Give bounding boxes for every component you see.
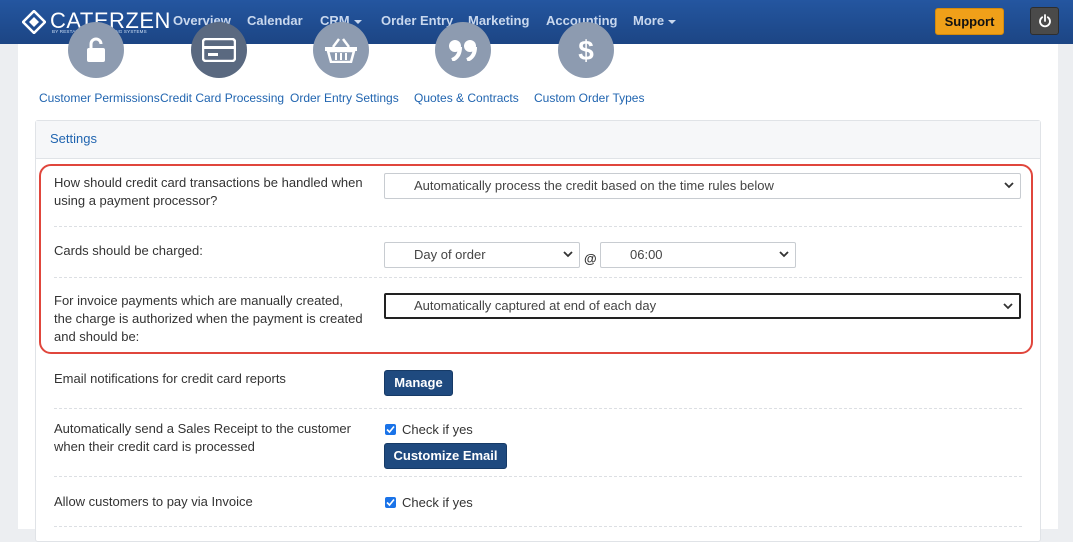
row-divider bbox=[54, 277, 1022, 278]
processing-mode-select[interactable]: Automatically process the credit based o… bbox=[384, 173, 1021, 199]
logout-button[interactable] bbox=[1030, 7, 1059, 35]
tile-label: Credit Card Processing bbox=[160, 91, 285, 105]
customize-email-button[interactable]: Customize Email bbox=[384, 443, 507, 469]
checkmark-icon bbox=[386, 425, 395, 434]
credit-card-icon bbox=[202, 38, 236, 62]
row-divider bbox=[54, 476, 1022, 477]
tile-label: Custom Order Types bbox=[534, 91, 645, 105]
support-button[interactable]: Support bbox=[935, 8, 1004, 35]
tile-circle bbox=[191, 22, 247, 78]
chevron-down-icon bbox=[1003, 303, 1013, 310]
tile-circle bbox=[313, 22, 369, 78]
quote-icon bbox=[449, 40, 477, 61]
processing-mode-value: Automatically process the credit based o… bbox=[414, 178, 774, 193]
row-divider bbox=[54, 226, 1022, 227]
chevron-down-icon bbox=[563, 251, 573, 258]
invoice-question-label: For invoice payments which are manually … bbox=[54, 293, 363, 344]
sales-receipt-label: Automatically send a Sales Receipt to th… bbox=[54, 421, 351, 454]
processing-question-label: How should credit card transactions be h… bbox=[54, 175, 363, 208]
checkmark-icon bbox=[386, 498, 395, 507]
pay-invoice-label: Allow customers to pay via Invoice bbox=[54, 494, 253, 509]
at-symbol: @ bbox=[584, 251, 597, 266]
sales-receipt-checkbox[interactable] bbox=[385, 424, 396, 435]
pay-invoice-check-label[interactable]: Check if yes bbox=[402, 495, 473, 510]
charge-time-select[interactable]: 06:00 bbox=[600, 242, 796, 268]
lock-icon bbox=[87, 37, 105, 62]
basket-icon bbox=[325, 38, 357, 63]
charge-label: Cards should be charged: bbox=[54, 243, 203, 258]
logo-diamond-icon bbox=[22, 10, 46, 34]
email-notifications-label: Email notifications for credit card repo… bbox=[54, 371, 286, 386]
charge-day-select[interactable]: Day of order bbox=[384, 242, 580, 268]
tile-circle bbox=[435, 22, 491, 78]
charge-day-value: Day of order bbox=[414, 247, 486, 262]
tile-circle bbox=[68, 22, 124, 78]
nav-calendar[interactable]: Calendar bbox=[247, 13, 303, 28]
settings-heading: Settings bbox=[36, 121, 1040, 159]
top-navbar: CATERZEN BY RESTAURANT & CATERING SYSTEM… bbox=[0, 0, 1073, 44]
manage-button[interactable]: Manage bbox=[384, 370, 453, 396]
sales-receipt-check-label[interactable]: Check if yes bbox=[402, 422, 473, 437]
tile-label: Customer Permissions bbox=[39, 91, 160, 105]
power-icon bbox=[1039, 14, 1051, 28]
main-panel: Customer Permissions Credit Card Process… bbox=[18, 22, 1058, 542]
dollar-icon: $ bbox=[578, 35, 594, 65]
pay-invoice-checkbox[interactable] bbox=[385, 497, 396, 508]
row-divider bbox=[54, 408, 1022, 409]
svg-text:$: $ bbox=[578, 35, 594, 65]
chevron-down-icon bbox=[353, 19, 362, 24]
nav-order-entry[interactable]: Order Entry bbox=[381, 13, 453, 28]
row-divider bbox=[54, 526, 1022, 527]
chevron-down-icon bbox=[668, 19, 677, 24]
invoice-capture-value: Automatically captured at end of each da… bbox=[414, 298, 657, 313]
chevron-down-icon bbox=[779, 251, 789, 258]
invoice-capture-select[interactable]: Automatically captured at end of each da… bbox=[384, 293, 1021, 319]
chevron-down-icon bbox=[1004, 182, 1014, 189]
tile-label: Quotes & Contracts bbox=[414, 91, 519, 105]
charge-time-value: 06:00 bbox=[630, 247, 663, 262]
tile-circle: $ bbox=[558, 22, 614, 78]
nav-more-label: More bbox=[633, 13, 665, 28]
nav-more[interactable]: More bbox=[633, 13, 677, 28]
tile-label: Order Entry Settings bbox=[290, 91, 399, 105]
